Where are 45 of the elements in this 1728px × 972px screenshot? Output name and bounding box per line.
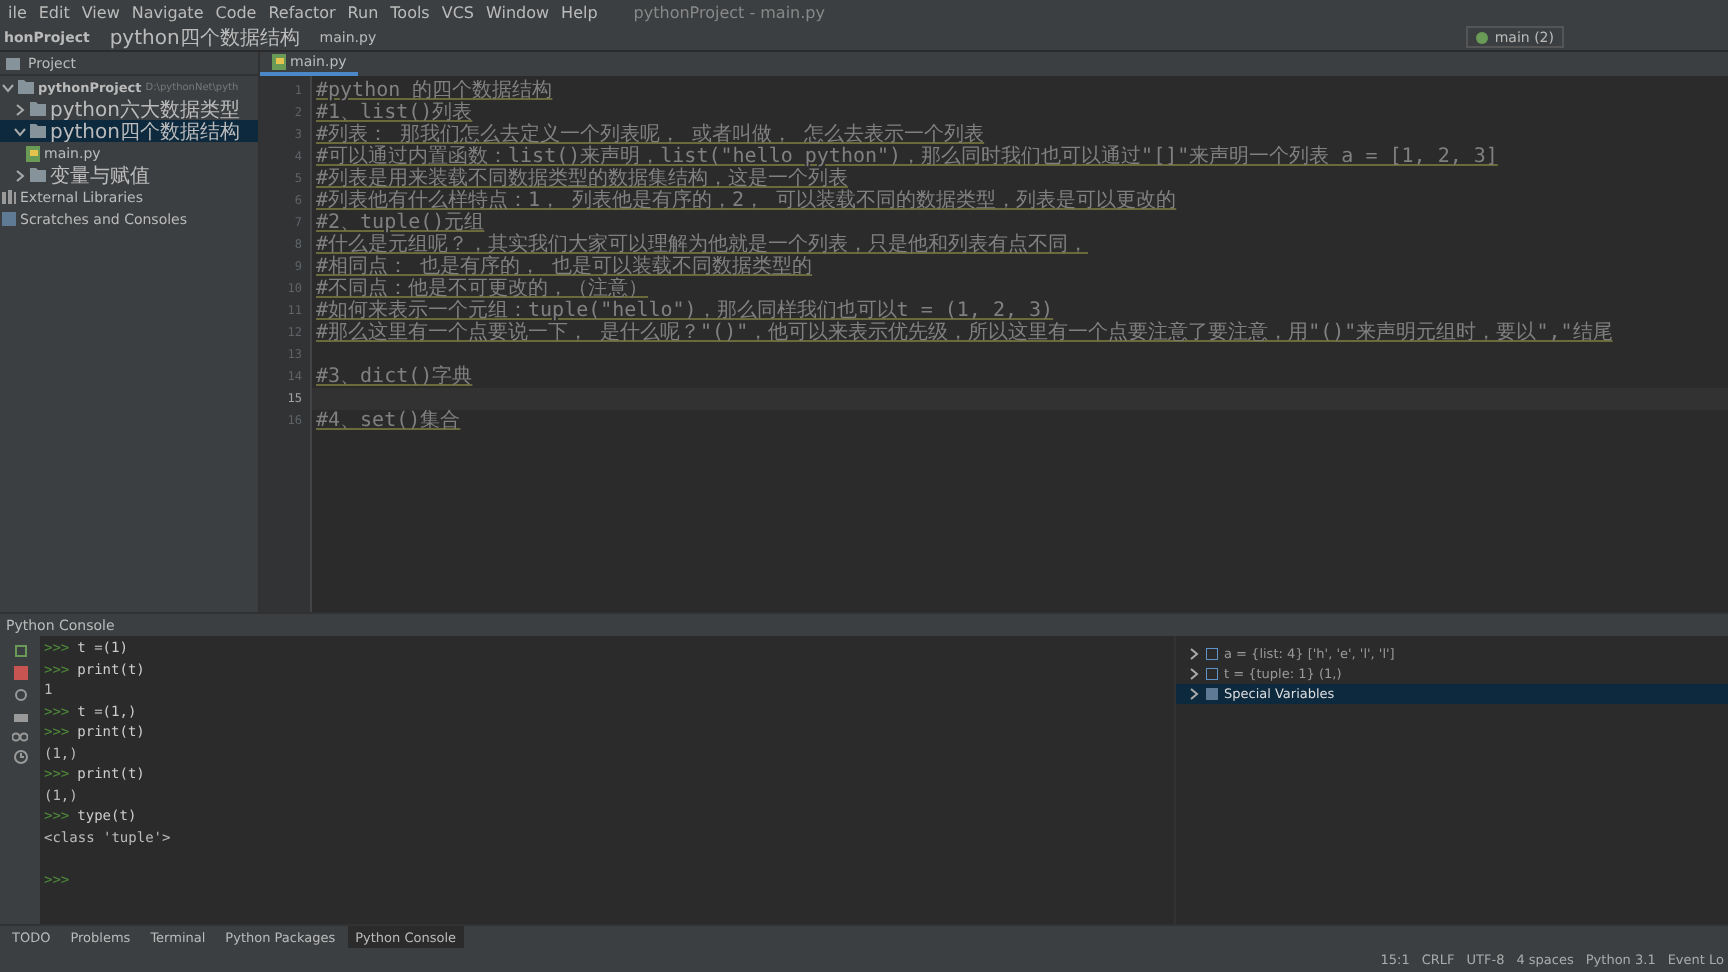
- chevron-icon[interactable]: [2, 81, 14, 93]
- chevron-icon[interactable]: [14, 125, 26, 137]
- menu-item[interactable]: VCS: [441, 3, 474, 21]
- code-comment: #4、set()集合: [316, 410, 461, 432]
- menu-item[interactable]: Code: [215, 3, 257, 21]
- code-comment: #如何来表示一个元组：tuple("hello")，那么同样我们也可以t = (1, 2, 3): [316, 300, 1054, 322]
- rerun-icon[interactable]: [13, 644, 27, 658]
- code-comment: #列表是用来装载不同数据类型的数据集结构，这是一个列表: [316, 168, 849, 190]
- library-icon: [2, 190, 16, 204]
- code-comment: #列表他有什么样特点：1， 列表他是有序的，2， 可以装载不同的数据类型，列表是可以更改的: [316, 190, 1177, 212]
- code-comment: #1、list()列表: [316, 102, 473, 124]
- chevron-icon[interactable]: [14, 169, 26, 181]
- menu-item[interactable]: Edit: [38, 3, 70, 21]
- tree-item[interactable]: python六大数据类型: [0, 98, 258, 120]
- chevron-icon[interactable]: [14, 103, 26, 115]
- breadcrumb[interactable]: python四个数据结构: [109, 23, 300, 51]
- tree-item[interactable]: python四个数据结构: [0, 120, 258, 142]
- code-comment: #2、tuple()元组: [316, 212, 485, 234]
- code-comment: #相同点： 也是有序的， 也是可以装载不同数据类型的: [316, 256, 813, 278]
- menu-item[interactable]: Run: [347, 3, 379, 21]
- code-comment: #python 的四个数据结构: [316, 80, 553, 102]
- menu-item[interactable]: Help: [561, 3, 598, 21]
- menu-item[interactable]: ile: [8, 3, 27, 21]
- window-title: pythonProject - main.py: [633, 3, 825, 21]
- code-comment: #3、dict()字典: [316, 366, 473, 388]
- menu-item[interactable]: Refactor: [268, 3, 336, 21]
- menu-item[interactable]: Tools: [390, 3, 430, 21]
- menu-item[interactable]: Navigate: [131, 3, 204, 21]
- tree-item[interactable]: 变量与赋值: [0, 164, 258, 186]
- clock-icon[interactable]: [13, 750, 27, 764]
- code-comment: #不同点：他是不可更改的，（注意）: [316, 278, 649, 300]
- code-comment: #可以通过内置函数：list()来声明，list("hello python")，那么同时我们也可以通过"[]"来声明一个列表 a = [1, 2, 3]: [316, 146, 1498, 168]
- code-comment: #什么是元组呢？，其实我们大家可以理解为他就是一个列表，只是他和列表有点不同，: [316, 234, 1089, 256]
- scratch-icon: [2, 212, 16, 226]
- menu-item[interactable]: View: [81, 3, 120, 21]
- infinity-icon[interactable]: [12, 732, 28, 742]
- code-comment: #列表： 那我们怎么去定义一个列表呢， 或者叫做， 怎么去表示一个列表: [316, 124, 985, 146]
- python-file-icon: [272, 54, 286, 70]
- menu-item[interactable]: Window: [486, 3, 550, 21]
- folder-icon: [30, 168, 46, 182]
- code-comment: #那么这里有一个点要说一下， 是什么呢？"()"，他可以来表示优先级，所以这里有一个点要注意了要注意，用"()"来声明元组时，要以","结尾: [316, 322, 1613, 344]
- stop-icon[interactable]: [13, 666, 27, 680]
- project-icon: [6, 57, 20, 69]
- grid-icon: [1206, 688, 1218, 700]
- python-file-icon: [26, 145, 40, 161]
